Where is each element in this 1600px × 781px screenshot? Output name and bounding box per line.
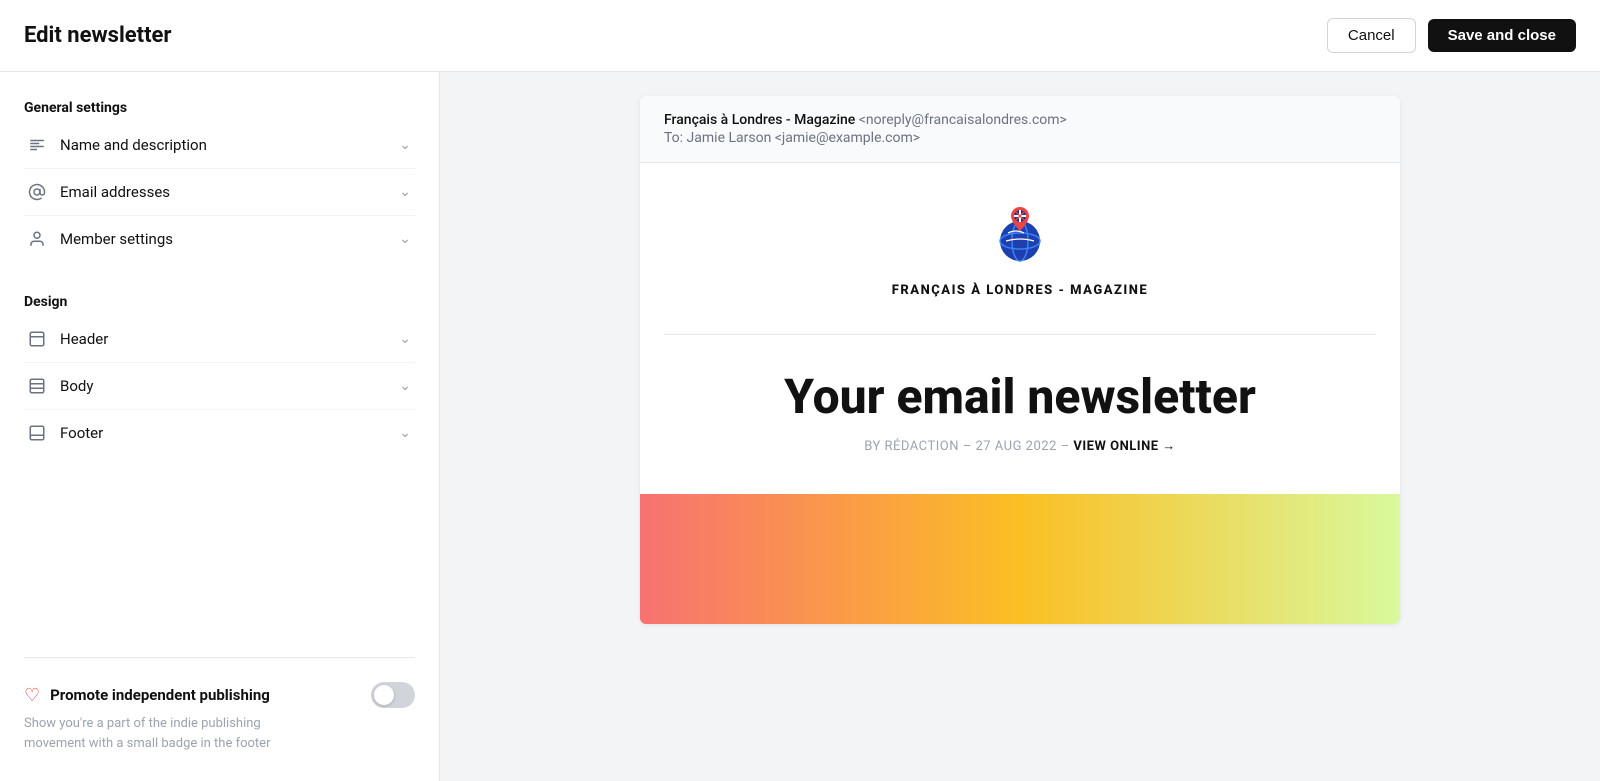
general-settings-section: General settings Name and description ⌄ <box>24 100 415 262</box>
from-name: Français à Londres - Magazine <box>664 112 855 128</box>
email-body: FRANÇAIS À LONDRES - MAGAZINE Your email… <box>640 163 1400 624</box>
member-settings-label: Member settings <box>60 230 173 248</box>
view-online-link[interactable]: VIEW ONLINE → <box>1073 439 1175 454</box>
sidebar-item-header[interactable]: Header ⌄ <box>24 316 415 363</box>
sidebar-item-body[interactable]: Body ⌄ <box>24 363 415 410</box>
body-label: Body <box>60 377 93 395</box>
chevron-down-icon: ⌄ <box>399 378 411 394</box>
text-icon <box>28 136 46 154</box>
email-addresses-label: Email addresses <box>60 183 170 201</box>
at-icon <box>28 183 46 201</box>
chevron-down-icon: ⌄ <box>399 184 411 200</box>
header-actions: Cancel Save and close <box>1327 18 1576 53</box>
email-card: Français à Londres - Magazine <noreply@f… <box>640 96 1400 624</box>
chevron-down-icon: ⌄ <box>399 331 411 347</box>
byline-text: BY RÉDACTION – 27 AUG 2022 – <box>864 439 1069 454</box>
email-preview: Français à Londres - Magazine <noreply@f… <box>440 72 1600 781</box>
footer-label: Footer <box>60 424 103 442</box>
email-headline: Your email newsletter <box>640 371 1400 424</box>
promote-toggle[interactable] <box>371 682 415 708</box>
email-to: To: Jamie Larson <jamie@example.com> <box>664 130 1376 146</box>
email-logo <box>640 203 1400 267</box>
main-content: General settings Name and description ⌄ <box>0 72 1600 781</box>
body-layout-icon <box>28 377 46 395</box>
heart-icon: ♡ <box>24 685 40 706</box>
sidebar-item-email-addresses[interactable]: Email addresses ⌄ <box>24 169 415 216</box>
email-from: Français à Londres - Magazine <noreply@f… <box>664 112 1376 128</box>
email-meta: Français à Londres - Magazine <noreply@f… <box>640 96 1400 163</box>
cancel-button[interactable]: Cancel <box>1327 18 1416 53</box>
email-byline: BY RÉDACTION – 27 AUG 2022 – VIEW ONLINE… <box>640 438 1400 454</box>
person-icon <box>28 230 46 248</box>
promote-title: Promote independent publishing <box>50 686 270 704</box>
pub-name: FRANÇAIS À LONDRES - MAGAZINE <box>640 283 1400 298</box>
toggle-knob <box>374 685 394 705</box>
header-layout-icon <box>28 330 46 348</box>
name-description-label: Name and description <box>60 136 207 154</box>
save-button[interactable]: Save and close <box>1428 19 1576 52</box>
promote-section: ♡ Promote independent publishing Show yo… <box>24 657 415 753</box>
sidebar-item-member-settings[interactable]: Member settings ⌄ <box>24 216 415 262</box>
general-settings-label: General settings <box>24 100 415 116</box>
to-label: To: <box>664 130 683 146</box>
sidebar: General settings Name and description ⌄ <box>0 72 440 781</box>
page-header: Edit newsletter Cancel Save and close <box>0 0 1600 72</box>
chevron-down-icon: ⌄ <box>399 425 411 441</box>
page-title: Edit newsletter <box>24 23 172 48</box>
design-label: Design <box>24 294 415 310</box>
footer-layout-icon <box>28 424 46 442</box>
email-image <box>640 494 1400 624</box>
chevron-down-icon: ⌄ <box>399 231 411 247</box>
promote-description: Show you're a part of the indie publishi… <box>24 714 284 753</box>
to-value: Jamie Larson <jamie@example.com> <box>687 130 921 146</box>
sidebar-item-footer[interactable]: Footer ⌄ <box>24 410 415 456</box>
sidebar-item-name-description[interactable]: Name and description ⌄ <box>24 122 415 169</box>
header-label: Header <box>60 330 108 348</box>
design-section: Design Header ⌄ <box>24 294 415 456</box>
chevron-down-icon: ⌄ <box>399 137 411 153</box>
email-divider <box>664 334 1376 335</box>
from-email: <noreply@francaisalondres.com> <box>859 112 1067 128</box>
